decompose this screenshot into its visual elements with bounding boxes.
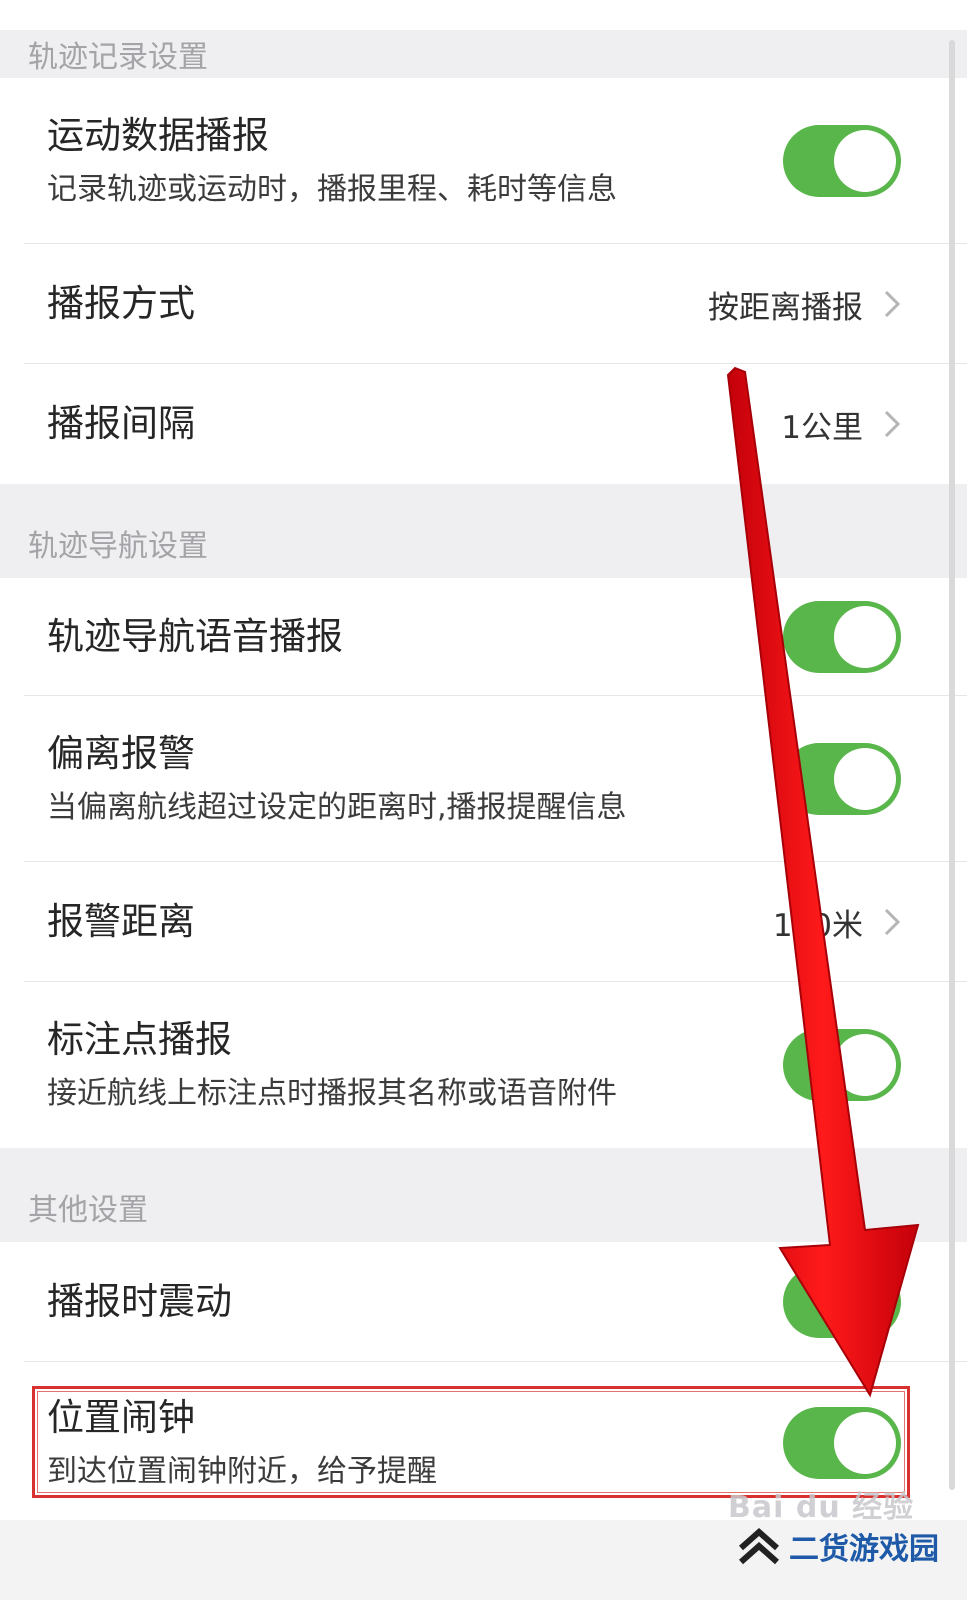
section-header-track-navigation: 轨迹导航设置 [0,484,967,578]
row-navigation-voice[interactable]: 轨迹导航语音播报 [0,578,967,696]
row-title: 报警距离 [47,899,195,943]
row-broadcast-mode[interactable]: 播报方式 按距离播报 [0,244,967,364]
row-title: 偏离报警 [47,731,195,775]
section-header-track-record: 轨迹记录设置 [0,30,967,78]
site-name: 二货游戏园 [789,1532,939,1567]
row-subtitle: 记录轨迹或运动时，播报里程、耗时等信息 [47,172,617,208]
row-subtitle: 到达位置闹钟附近，给予提醒 [47,1454,437,1490]
toggle-switch-deviation-alarm[interactable] [783,743,901,815]
row-title: 播报间隔 [47,401,195,445]
watermark-baidu-jingyan: Bai du 经验 [728,1490,915,1525]
toggle-knob [834,1034,896,1096]
chevron-right-icon [883,907,901,937]
toggle-knob [834,1412,896,1474]
row-title: 播报方式 [47,281,195,325]
toggle-knob [834,606,896,668]
watermark-site-brand: 二货游戏园 [735,1524,939,1568]
row-value: 100米 [772,907,863,944]
row-value: 1公里 [781,409,863,446]
row-sport-data-broadcast[interactable]: 运动数据播报 记录轨迹或运动时，播报里程、耗时等信息 [0,78,967,244]
toggle-switch-navigation-voice[interactable] [783,601,901,673]
toggle-knob [834,748,896,810]
row-alarm-distance[interactable]: 报警距离 100米 [0,862,967,982]
row-title: 标注点播报 [47,1017,232,1061]
row-vibrate-on-broadcast[interactable]: 播报时震动 [0,1242,967,1362]
row-title: 轨迹导航语音播报 [47,614,343,658]
row-value: 按距离播报 [708,289,863,326]
toggle-knob [834,1271,896,1333]
row-title: 播报时震动 [47,1279,232,1323]
toggle-switch-marker-broadcast[interactable] [783,1029,901,1101]
row-subtitle: 接近航线上标注点时播报其名称或语音附件 [47,1076,617,1112]
toggle-switch-location-alarm[interactable] [783,1407,901,1479]
section-header-other: 其他设置 [0,1148,967,1242]
row-title: 运动数据播报 [47,113,269,157]
row-broadcast-interval[interactable]: 播报间隔 1公里 [0,364,967,484]
row-marker-broadcast[interactable]: 标注点播报 接近航线上标注点时播报其名称或语音附件 [0,982,967,1148]
chevron-right-icon [883,289,901,319]
toggle-knob [834,130,896,192]
scrollbar[interactable] [949,40,955,1490]
double-chevron-up-icon [735,1526,783,1566]
chevron-right-icon [883,409,901,439]
toggle-switch-vibrate[interactable] [783,1266,901,1338]
row-subtitle: 当偏离航线超过设定的距离时,播报提醒信息 [47,790,627,826]
toggle-switch-sport-data-broadcast[interactable] [783,125,901,197]
top-strip [0,0,967,30]
row-title: 位置闹钟 [47,1395,195,1439]
row-deviation-alarm[interactable]: 偏离报警 当偏离航线超过设定的距离时,播报提醒信息 [0,696,967,862]
